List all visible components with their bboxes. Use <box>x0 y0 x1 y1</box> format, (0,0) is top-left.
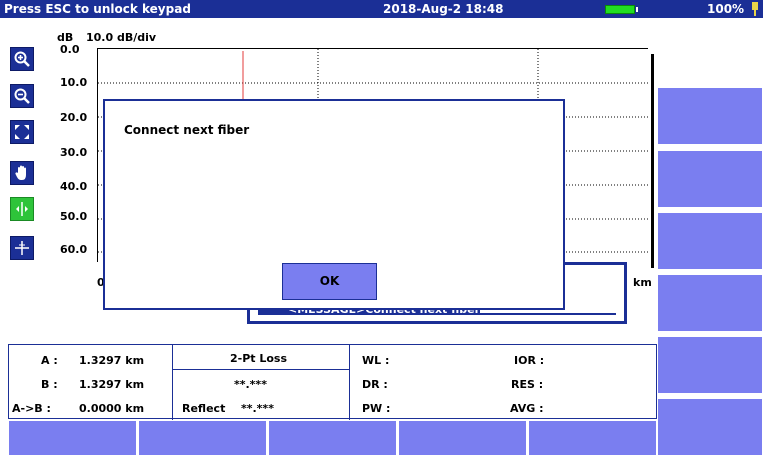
bottom-function-key-2[interactable] <box>138 420 267 456</box>
battery-percent: 100% <box>707 2 745 16</box>
battery-icon <box>605 5 635 14</box>
datetime: 2018-Aug-2 18:48 <box>383 2 504 16</box>
y-tick-label: 30.0 <box>60 146 88 159</box>
bottom-function-key-4[interactable] <box>398 420 527 456</box>
zoom-in-button[interactable] <box>10 47 34 71</box>
unlock-hint: Press ESC to unlock keypad <box>4 2 191 16</box>
marker-b-value: 1.3297 km <box>79 378 145 391</box>
reflect-value: **.*** <box>241 402 274 415</box>
y-tick-label: 60.0 <box>60 243 88 256</box>
connect-fiber-dialog: Connect next fiber OK <box>103 99 565 310</box>
divider <box>349 345 350 420</box>
loss-value: **.*** <box>234 378 267 391</box>
zoom-out-button[interactable] <box>10 84 34 108</box>
power-plug-icon <box>752 2 758 16</box>
y-tick-label: 10.0 <box>60 76 88 89</box>
marker-a-label: A : <box>41 354 58 367</box>
pan-button[interactable] <box>10 161 34 185</box>
battery-tip <box>636 7 638 12</box>
measurement-panel: A : 1.3297 km B : 1.3297 km A->B : 0.000… <box>8 344 657 420</box>
y-tick-label: 20.0 <box>60 111 88 124</box>
y-tick-label: 50.0 <box>60 210 88 223</box>
res-label: RES : <box>511 378 544 391</box>
dialog-message: Connect next fiber <box>124 123 250 137</box>
right-function-key-7[interactable] <box>657 398 763 456</box>
reflect-label: Reflect <box>182 402 226 415</box>
wl-label: WL : <box>362 354 390 367</box>
a-to-b-value: 0.0000 km <box>79 402 145 415</box>
cursor-mode-button[interactable] <box>10 197 34 221</box>
loss-mode-title: 2-Pt Loss <box>230 352 288 365</box>
pw-label: PW : <box>362 402 391 415</box>
zoom-in-icon <box>14 51 30 67</box>
vertical-scrollbar[interactable] <box>651 54 654 268</box>
split-cursor-icon <box>16 202 28 216</box>
fit-view-icon <box>15 125 29 139</box>
right-function-key-6[interactable] <box>657 336 763 394</box>
status-bar: Press ESC to unlock keypad 2018-Aug-2 18… <box>0 0 763 18</box>
bottom-function-key-3[interactable] <box>268 420 397 456</box>
bottom-function-key-5[interactable] <box>528 420 657 456</box>
marker-b-label: B : <box>41 378 58 391</box>
fit-view-button[interactable] <box>10 120 34 144</box>
marker-button[interactable] <box>10 236 34 260</box>
divider <box>172 345 173 420</box>
a-to-b-label: A->B : <box>12 402 51 415</box>
bottom-function-key-1[interactable] <box>8 420 137 456</box>
right-function-key-1[interactable] <box>657 22 763 80</box>
right-function-key-2[interactable] <box>657 87 763 145</box>
right-function-key-5[interactable] <box>657 274 763 332</box>
dr-label: DR : <box>362 378 388 391</box>
marker-a-value: 1.3297 km <box>79 354 145 367</box>
zoom-out-icon <box>14 88 30 104</box>
x-axis-unit: km <box>633 276 652 289</box>
hand-icon <box>15 165 26 180</box>
otdr-screen: Press ESC to unlock keypad 2018-Aug-2 18… <box>0 0 763 456</box>
y-tick-label: 0.0 <box>60 43 80 56</box>
ior-label: IOR : <box>514 354 545 367</box>
divider <box>172 369 349 370</box>
marker-icon <box>15 241 29 255</box>
ok-button[interactable]: OK <box>282 263 377 300</box>
y-tick-label: 40.0 <box>60 180 88 193</box>
right-function-key-4[interactable] <box>657 212 763 270</box>
avg-label: AVG : <box>510 402 544 415</box>
right-function-key-3[interactable] <box>657 150 763 208</box>
scale-readout: 10.0 dB/div <box>86 31 157 44</box>
